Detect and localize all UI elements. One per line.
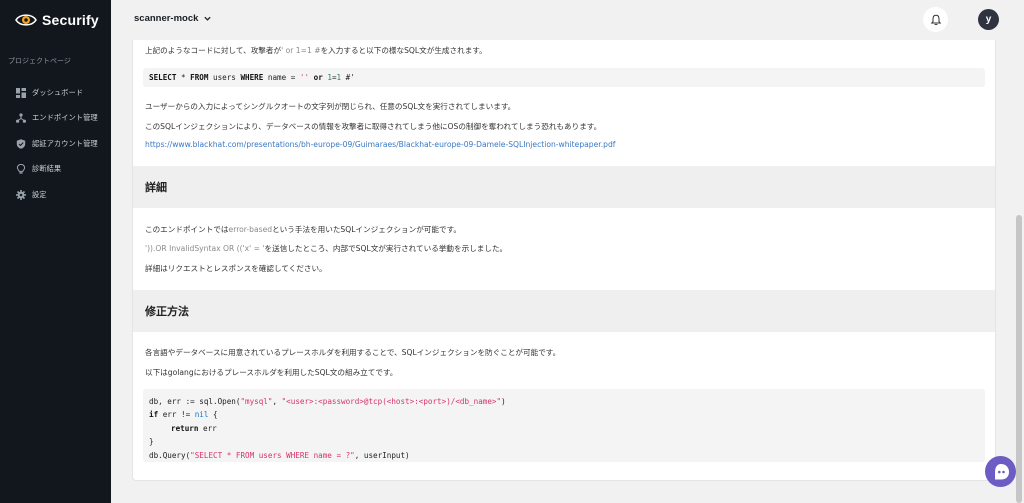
- chevron-down-icon: [204, 16, 212, 21]
- eye-logo-icon: [15, 14, 37, 26]
- sql-example-code: SELECT * FROM users WHERE name = '' or 1…: [149, 73, 355, 82]
- avatar[interactable]: y: [978, 9, 999, 30]
- project-selector[interactable]: scanner-mock: [134, 13, 212, 24]
- project-name: scanner-mock: [134, 13, 199, 24]
- sidebar-item-auth-accounts[interactable]: 認証アカウント管理: [0, 131, 111, 157]
- reference-link[interactable]: https://www.blackhat.com/presentations/b…: [145, 140, 615, 149]
- sidebar-item-results[interactable]: 診断結果: [0, 157, 111, 183]
- sql-example-block: SELECT * FROM users WHERE name = '' or 1…: [143, 68, 985, 87]
- sidebar-item-dashboard[interactable]: ダッシュボード: [0, 80, 111, 106]
- sidebar-item-label: 診断結果: [32, 164, 62, 174]
- fix-line-2: 以下はgolangにおけるプレースホルダを利用したSQL文の組み立てです。: [145, 368, 398, 377]
- sidebar-nav: ダッシュボード エンドポイント管理 認証アカウント管理 診断結果 設定: [0, 80, 111, 208]
- sidebar-item-label: 認証アカウント管理: [32, 138, 98, 148]
- sidebar-item-endpoints[interactable]: エンドポイント管理: [0, 106, 111, 132]
- fix-line-1: 各言語やデータベースに用意されているプレースホルダを利用することで、SQLインジ…: [145, 348, 561, 357]
- vulnerability-detail-card: 上記のようなコードに対して、攻撃者が' or 1=1 #を入力すると以下の様なS…: [132, 40, 996, 481]
- code-line-3: return err: [171, 423, 217, 433]
- sidebar-section-label: プロジェクトページ: [8, 57, 71, 65]
- code-line-5: db.Query("SELECT * FROM users WHERE name…: [149, 450, 410, 460]
- golang-code-block: db, err := sql.Open("mysql", "<user>:<pa…: [143, 389, 985, 462]
- code-line-1: db, err := sql.Open("mysql", "<user>:<pa…: [149, 397, 506, 406]
- code-line-2: if err != nil {: [149, 410, 218, 420]
- chat-support-button[interactable]: [985, 456, 1016, 487]
- detail-payload: ')).OR InvalidSyntax OR (('x' = ': [145, 244, 265, 253]
- intro-payload: ' or 1=1 #: [281, 46, 321, 55]
- shield-icon: [16, 139, 26, 149]
- detail-line-2: ')).OR InvalidSyntax OR (('x' = 'を送信したとこ…: [145, 244, 508, 253]
- brand-name: Securify: [42, 12, 99, 28]
- notifications-button[interactable]: [923, 7, 948, 32]
- section-heading-fix: 修正方法: [145, 305, 189, 318]
- dashboard-icon: [16, 87, 26, 98]
- section-heading-detail: 詳細: [145, 181, 167, 194]
- intro-paragraph: 上記のようなコードに対して、攻撃者が' or 1=1 #を入力すると以下の様なS…: [145, 45, 487, 56]
- sidebar-item-label: 設定: [32, 189, 47, 199]
- gear-icon: [16, 189, 26, 200]
- sidebar-item-label: エンドポイント管理: [32, 113, 98, 123]
- sidebar: Securify プロジェクトページ ダッシュボード エンドポイント管理 認証ア…: [0, 0, 111, 503]
- intro-text-a: 上記のようなコードに対して、攻撃者が: [145, 46, 282, 55]
- scrollbar-thumb[interactable]: [1016, 215, 1022, 503]
- endpoint-icon: [16, 113, 26, 124]
- attack-method: error-based: [228, 225, 273, 234]
- sidebar-item-label: ダッシュボード: [32, 87, 84, 97]
- bell-icon: [930, 14, 941, 25]
- detail-line-1: このエンドポイントではerror-basedという手法を用いたSQLインジェクシ…: [145, 225, 462, 234]
- detail-line-3: 詳細はリクエストとレスポンスを確認してください。: [145, 264, 327, 273]
- intro-text-b: を入力すると以下の様なSQL文が生成されます。: [320, 46, 487, 55]
- lightbulb-icon: [16, 164, 26, 174]
- top-bar: scanner-mock y: [111, 0, 1024, 40]
- sidebar-item-settings[interactable]: 設定: [0, 182, 111, 208]
- section-fix-header: 修正方法: [133, 290, 995, 332]
- para-quote-escape: ユーザーからの入力によってシングルクオートの文字列が閉じられ、任意のSQL文を実…: [145, 102, 516, 111]
- code-line-4: }: [149, 437, 154, 447]
- chat-bot-icon: [994, 463, 1009, 479]
- para-impact: このSQLインジェクションにより、データベースの情報を攻撃者に取得されてしまう他…: [145, 122, 602, 131]
- golang-code: db, err := sql.Open("mysql", "<user>:<pa…: [149, 395, 506, 462]
- brand[interactable]: Securify: [15, 12, 99, 28]
- section-detail-header: 詳細: [133, 166, 995, 208]
